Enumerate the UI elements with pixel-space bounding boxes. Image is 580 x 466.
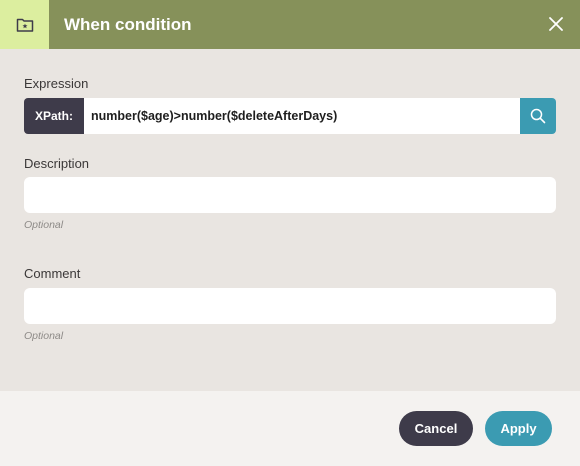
cancel-button[interactable]: Cancel <box>399 411 473 446</box>
when-condition-dialog: When condition Expression XPath: Descrip… <box>0 0 580 466</box>
dialog-header: When condition <box>0 0 580 49</box>
apply-button[interactable]: Apply <box>485 411 552 446</box>
close-icon[interactable] <box>546 14 566 34</box>
description-input[interactable] <box>24 177 556 213</box>
comment-input[interactable] <box>24 288 556 324</box>
dialog-footer: Cancel Apply <box>0 391 580 466</box>
description-hint: Optional <box>24 219 64 231</box>
expression-label: Expression <box>24 76 89 91</box>
dialog-title: When condition <box>64 14 192 34</box>
dialog-body: Expression XPath: Description Optional C… <box>0 49 580 391</box>
xpath-prefix-label: XPath: <box>24 98 84 134</box>
search-icon[interactable] <box>520 98 556 134</box>
comment-hint: Optional <box>24 330 64 342</box>
expression-field: XPath: <box>24 98 556 134</box>
expression-input[interactable] <box>84 98 520 134</box>
comment-label: Comment <box>24 266 81 281</box>
folder-star-icon <box>0 0 49 49</box>
description-label: Description <box>24 156 90 171</box>
